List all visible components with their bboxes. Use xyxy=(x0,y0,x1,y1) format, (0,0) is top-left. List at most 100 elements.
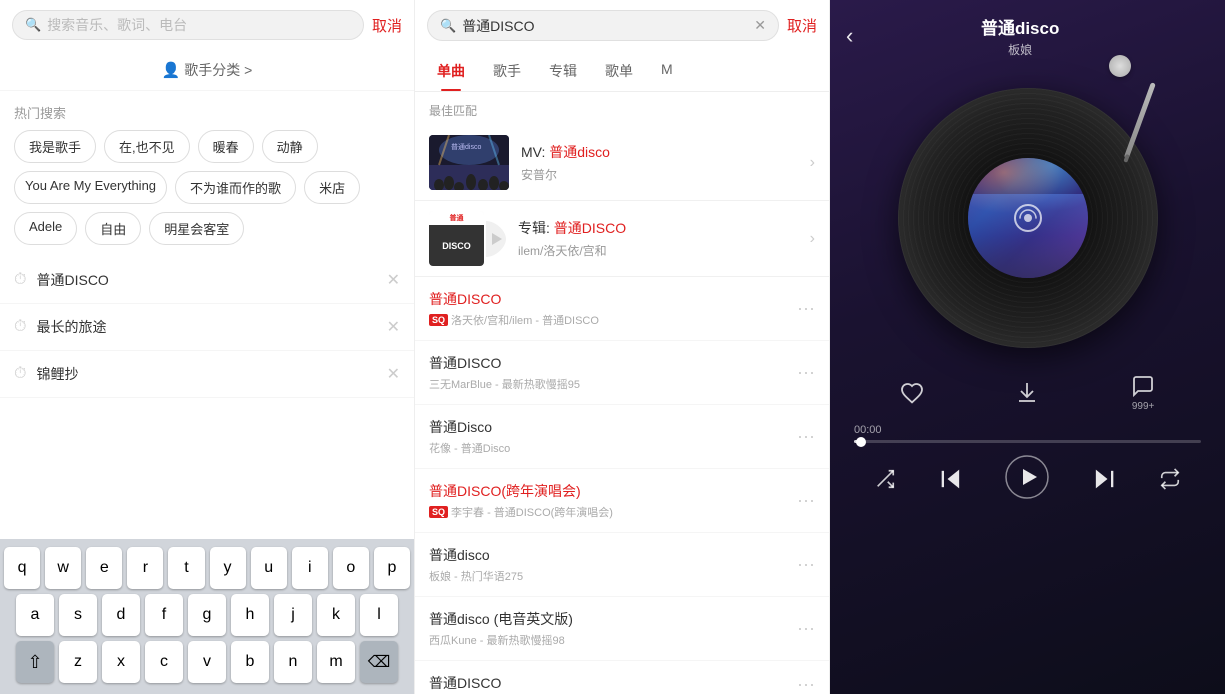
tab-single[interactable]: 单曲 xyxy=(423,51,479,91)
cancel-button-panel2[interactable]: 取消 xyxy=(787,15,817,36)
more-icon[interactable]: ··· xyxy=(797,362,815,383)
key-w[interactable]: w xyxy=(45,547,81,589)
search-input-panel2[interactable] xyxy=(462,18,748,34)
more-icon[interactable]: ··· xyxy=(797,490,815,511)
progress-dot[interactable] xyxy=(856,437,866,447)
key-y[interactable]: y xyxy=(210,547,246,589)
key-e[interactable]: e xyxy=(86,547,122,589)
cancel-button-panel1[interactable]: 取消 xyxy=(372,15,402,36)
hot-tag[interactable]: 动静 xyxy=(262,130,318,163)
key-o[interactable]: o xyxy=(333,547,369,589)
song-info: 普通disco (电音英文版) 西瓜Kune - 最新热歌慢摇98 xyxy=(429,609,789,648)
hot-tag[interactable]: 我是歌手 xyxy=(14,130,96,163)
key-k[interactable]: k xyxy=(317,594,355,636)
song-result[interactable]: 普通DISCO SQ 洛天依/宫和/ilem - 普通DISCO ··· xyxy=(415,277,829,341)
album-result[interactable]: 普通 DISCO 专辑: 普通DISCO ilem/洛天依/宫和 › xyxy=(415,201,829,277)
comment-count: 999+ xyxy=(1132,401,1155,412)
more-icon[interactable]: ··· xyxy=(797,554,815,575)
like-button[interactable] xyxy=(900,381,924,405)
key-s[interactable]: s xyxy=(59,594,97,636)
mv-thumbnail: 普通disco xyxy=(429,135,509,190)
key-delete[interactable]: ⌫ xyxy=(360,641,398,683)
tab-more[interactable]: M xyxy=(647,51,687,91)
download-button[interactable] xyxy=(1015,381,1039,405)
more-icon[interactable]: ··· xyxy=(797,618,815,639)
hot-tag[interactable]: Adele xyxy=(14,212,77,245)
comment-button[interactable]: 999+ xyxy=(1131,374,1155,412)
key-u[interactable]: u xyxy=(251,547,287,589)
next-button[interactable] xyxy=(1090,465,1118,500)
key-z[interactable]: z xyxy=(59,641,97,683)
hot-tag[interactable]: 在,也不见 xyxy=(104,130,190,163)
key-t[interactable]: t xyxy=(168,547,204,589)
now-playing-title-wrap: 普通disco 板娘 xyxy=(853,14,1187,58)
history-item[interactable]: ⏱ 锦鲤抄 ✕ xyxy=(0,351,414,398)
key-d[interactable]: d xyxy=(102,594,140,636)
hot-tag[interactable]: You Are My Everything xyxy=(14,171,167,204)
key-x[interactable]: x xyxy=(102,641,140,683)
key-q[interactable]: q xyxy=(4,547,40,589)
mv-result[interactable]: 普通disco MV: 普通disco 安普尔 › xyxy=(415,125,829,201)
song-info: 普通DISCO 三无MarBlue - 最新热歌慢摇95 xyxy=(429,353,789,392)
key-shift[interactable]: ⇧ xyxy=(16,641,54,683)
key-i[interactable]: i xyxy=(292,547,328,589)
song-result[interactable]: 普通DISCO(跨年演唱会) SQ 李宇春 - 普通DISCO(跨年演唱会) ·… xyxy=(415,469,829,533)
key-c[interactable]: c xyxy=(145,641,183,683)
history-list: ⏱ 普通DISCO ✕ ⏱ 最长的旅途 ✕ ⏱ 锦鲤抄 ✕ xyxy=(0,257,414,398)
key-g[interactable]: g xyxy=(188,594,226,636)
song-title: 普通DISCO xyxy=(429,289,789,309)
back-button[interactable]: ‹ xyxy=(846,23,853,49)
more-icon[interactable]: ··· xyxy=(797,674,815,694)
key-v[interactable]: v xyxy=(188,641,226,683)
key-r[interactable]: r xyxy=(127,547,163,589)
hot-tag[interactable]: 自由 xyxy=(85,212,141,245)
keyboard-row-3: ⇧ z x c v b n m ⌫ xyxy=(4,641,410,683)
hot-tag[interactable]: 暖春 xyxy=(198,130,254,163)
more-icon[interactable]: ··· xyxy=(797,298,815,319)
more-icon[interactable]: ··· xyxy=(797,426,815,447)
song-result[interactable]: 普通disco 板娘 - 热门华语275 ··· xyxy=(415,533,829,597)
key-f[interactable]: f xyxy=(145,594,183,636)
key-l[interactable]: l xyxy=(360,594,398,636)
tab-album[interactable]: 专辑 xyxy=(535,51,591,91)
history-close-icon[interactable]: ✕ xyxy=(387,364,400,384)
hot-tag[interactable]: 米店 xyxy=(304,171,360,204)
prev-button[interactable] xyxy=(937,465,965,500)
key-h[interactable]: h xyxy=(231,594,269,636)
clear-icon[interactable]: ✕ xyxy=(754,17,766,34)
song-result[interactable]: 普通DISCO ··· xyxy=(415,661,829,694)
search-input-wrap-panel2[interactable]: 🔍 ✕ xyxy=(427,10,779,41)
shuffle-button[interactable] xyxy=(874,468,896,497)
song-info: 普通DISCO SQ 洛天依/宫和/ilem - 普通DISCO xyxy=(429,289,789,328)
play-pause-button[interactable] xyxy=(1005,455,1049,509)
tab-artist[interactable]: 歌手 xyxy=(479,51,535,91)
repeat-button[interactable] xyxy=(1159,468,1181,497)
history-item[interactable]: ⏱ 最长的旅途 ✕ xyxy=(0,304,414,351)
history-close-icon[interactable]: ✕ xyxy=(387,317,400,337)
mv-arrow-icon: › xyxy=(810,154,815,172)
song-title: 普通DISCO xyxy=(429,673,789,693)
hot-tag[interactable]: 明星会客室 xyxy=(149,212,244,245)
key-b[interactable]: b xyxy=(231,641,269,683)
best-match-title: 最佳匹配 xyxy=(415,92,829,125)
song-result[interactable]: 普通DISCO 三无MarBlue - 最新热歌慢摇95 ··· xyxy=(415,341,829,405)
key-m[interactable]: m xyxy=(317,641,355,683)
hot-tag[interactable]: 不为谁而作的歌 xyxy=(175,171,296,204)
artist-category[interactable]: 👤 歌手分类 > xyxy=(0,50,414,91)
artist-icon: 👤 xyxy=(162,61,181,79)
key-a[interactable]: a xyxy=(16,594,54,636)
progress-track[interactable] xyxy=(854,440,1201,443)
song-result[interactable]: 普通disco (电音英文版) 西瓜Kune - 最新热歌慢摇98 ··· xyxy=(415,597,829,661)
tab-playlist[interactable]: 歌单 xyxy=(591,51,647,91)
artist-category-label[interactable]: 歌手分类 > xyxy=(184,60,252,80)
history-close-icon[interactable]: ✕ xyxy=(387,270,400,290)
key-p[interactable]: p xyxy=(374,547,410,589)
search-input-wrap-panel1[interactable]: 🔍 xyxy=(12,10,364,40)
results-scroll[interactable]: 最佳匹配 xyxy=(415,92,829,694)
search-input-panel1[interactable] xyxy=(47,17,351,33)
song-result[interactable]: 普通Disco 花像 - 普通Disco ··· xyxy=(415,405,829,469)
key-j[interactable]: j xyxy=(274,594,312,636)
history-item[interactable]: ⏱ 普通DISCO ✕ xyxy=(0,257,414,304)
key-n[interactable]: n xyxy=(274,641,312,683)
needle-arm xyxy=(1123,82,1155,159)
